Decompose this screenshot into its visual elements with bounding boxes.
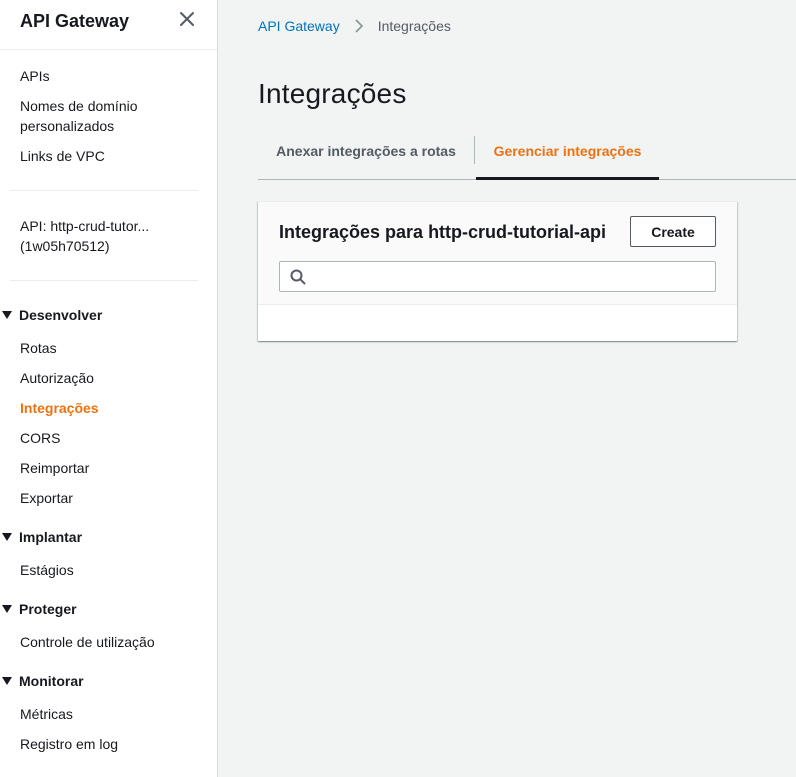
sidebar-item-custom-domain-names[interactable]: Nomes de domínio personalizados — [20, 96, 160, 136]
search-field[interactable] — [279, 261, 716, 292]
page-title: Integrações — [258, 78, 407, 109]
section-develop[interactable]: Desenvolver — [0, 307, 200, 323]
tab-manage-integrations[interactable]: Gerenciar integrações — [476, 133, 659, 180]
sidebar-item-vpc-links[interactable]: Links de VPC — [20, 146, 200, 166]
section-label: Proteger — [19, 601, 77, 617]
sidebar-api-selector[interactable]: API: http-crud-tutor... (1w05h70512) — [20, 216, 170, 256]
side-navigation: API Gateway APIs Nomes de domínio person… — [0, 0, 218, 777]
caret-down-icon — [2, 605, 12, 613]
sidebar-item-logging[interactable]: Registro em log — [20, 734, 200, 754]
sidebar-item-routes[interactable]: Rotas — [20, 338, 200, 358]
section-deploy[interactable]: Implantar — [0, 529, 200, 545]
search-input[interactable] — [314, 265, 709, 288]
sidebar-divider — [10, 190, 198, 191]
breadcrumb-link-api-gateway[interactable]: API Gateway — [258, 17, 340, 35]
section-label: Desenvolver — [19, 307, 103, 323]
sidebar-item-apis[interactable]: APIs — [20, 66, 200, 86]
panel-header: Integrações para http-crud-tutorial-api … — [258, 202, 737, 305]
panel-title: Integrações para http-crud-tutorial-api — [279, 222, 607, 242]
sidebar-header: API Gateway — [0, 0, 217, 50]
caret-down-icon — [2, 311, 12, 319]
sidebar-item-export[interactable]: Exportar — [20, 488, 200, 508]
sidebar-item-throttling[interactable]: Controle de utilização — [20, 632, 200, 652]
section-monitor[interactable]: Monitorar — [0, 673, 200, 689]
sidebar-item-metrics[interactable]: Métricas — [20, 704, 200, 724]
caret-down-icon — [2, 533, 12, 541]
caret-down-icon — [2, 677, 12, 685]
breadcrumb: API Gateway Integrações — [258, 17, 451, 35]
section-protect[interactable]: Proteger — [0, 601, 200, 617]
sidebar-item-cors[interactable]: CORS — [20, 428, 200, 448]
integrations-panel: Integrações para http-crud-tutorial-api … — [258, 201, 737, 341]
section-label: Monitorar — [19, 673, 84, 689]
section-label: Implantar — [19, 529, 83, 545]
close-icon[interactable] — [178, 10, 196, 28]
tab-separator — [474, 136, 475, 164]
sidebar-item-integrations[interactable]: Integrações — [20, 398, 200, 418]
breadcrumb-current: Integrações — [377, 18, 451, 34]
sidebar-title: API Gateway — [20, 11, 130, 31]
sidebar-item-reimport[interactable]: Reimportar — [20, 458, 200, 478]
chevron-right-icon — [355, 19, 363, 33]
search-icon — [290, 269, 306, 285]
sidebar-item-authorization[interactable]: Autorização — [20, 368, 200, 388]
sidebar-item-stages[interactable]: Estágios — [20, 560, 200, 580]
create-button[interactable]: Create — [630, 216, 716, 247]
tab-attach-integrations[interactable]: Anexar integrações a rotas — [258, 133, 474, 180]
sidebar-divider — [10, 280, 198, 281]
tab-bar: Anexar integrações a rotas Gerenciar int… — [258, 133, 796, 180]
